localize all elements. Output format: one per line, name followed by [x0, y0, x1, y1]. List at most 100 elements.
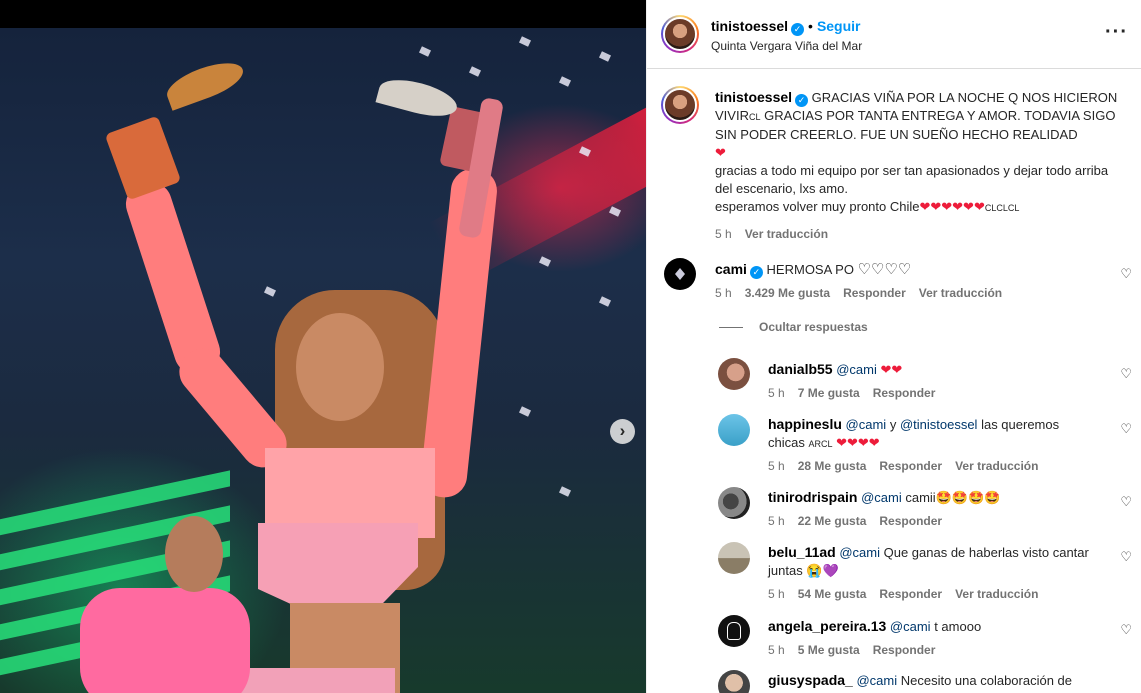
reply-avatar[interactable] [718, 487, 750, 519]
reply-mention[interactable]: @cami [836, 362, 877, 377]
reply-connector: y [889, 417, 897, 432]
reply-username[interactable]: danialb55 [768, 361, 833, 377]
confetti [518, 36, 532, 47]
comment-avatar[interactable] [664, 258, 696, 290]
reply-button[interactable]: Responder [873, 386, 936, 400]
flag-icon: ARCL [808, 439, 833, 449]
flag-icon: CLCLCL [984, 203, 1020, 213]
author-username[interactable]: tinistoessel [711, 18, 788, 34]
reply-time[interactable]: 5 h [768, 587, 785, 601]
like-comment-icon[interactable]: ♡ [1120, 421, 1132, 437]
like-comment-icon[interactable]: ♡ [1120, 366, 1132, 382]
reply-username[interactable]: tinirodrispain [768, 489, 857, 505]
comment-text: HERMOSA PO [766, 262, 854, 277]
reply-username[interactable]: happineslu [768, 416, 842, 432]
reply-mention[interactable]: @cami [856, 673, 897, 688]
post-sidebar: tinistoessel ✓ • Seguir Quinta Vergara Viña… [646, 0, 1141, 693]
more-options-icon[interactable]: ··· [1105, 22, 1128, 42]
caption-line2: gracias a todo mi equipo por ser tan apa… [715, 163, 1109, 196]
reply-username[interactable]: belu_11ad [768, 544, 836, 560]
verified-badge-icon: ✓ [795, 94, 809, 107]
confetti [598, 51, 612, 62]
chevron-right-icon: › [619, 421, 626, 440]
confetti [518, 406, 532, 417]
reply-likes[interactable]: 5 Me gusta [798, 643, 860, 657]
reply-mention[interactable]: @tinistoessel [900, 417, 978, 432]
like-comment-icon[interactable]: ♡ [1120, 622, 1132, 638]
post-header: tinistoessel ✓ • Seguir Quinta Vergara Viña… [647, 0, 1141, 69]
reply-button[interactable]: Responder [873, 643, 936, 657]
see-translation-button[interactable]: Ver traducción [745, 227, 828, 241]
comment-likes[interactable]: 3.429 Me gusta [745, 286, 830, 300]
reply-meta: 5 h 22 Me gusta Responder [768, 514, 955, 528]
reply-mention[interactable]: @cami [839, 545, 880, 560]
reply-button[interactable]: Responder [879, 514, 942, 528]
hearts-emoji: ❤❤❤❤❤❤ [919, 199, 985, 214]
like-comment-icon[interactable]: ♡ [1120, 494, 1132, 510]
author-avatar[interactable] [661, 15, 699, 53]
hide-replies-button[interactable]: Ocultar respuestas [719, 320, 868, 334]
trophy-right-wing [375, 73, 461, 123]
reply-text: camii [905, 490, 936, 505]
sketch-icon [727, 622, 741, 640]
reply-time[interactable]: 5 h [768, 386, 785, 400]
verified-badge-icon: ✓ [749, 266, 763, 279]
reply-button[interactable]: Responder [843, 286, 906, 300]
reply-username[interactable]: angela_pereira.13 [768, 618, 886, 634]
confetti [263, 286, 277, 297]
reply-avatar[interactable] [718, 358, 750, 390]
reply-button[interactable]: Responder [879, 587, 942, 601]
background-dancer [80, 588, 250, 693]
reply-button[interactable]: Responder [879, 459, 942, 473]
reply-avatar[interactable] [718, 414, 750, 446]
next-photo-button[interactable]: › [610, 419, 635, 444]
reply-avatar[interactable] [718, 615, 750, 647]
caption-time[interactable]: 5 h [715, 227, 732, 241]
caption: tinistoessel ✓ GRACIAS VIÑA POR LA NOCHE … [715, 88, 1125, 243]
see-translation-button[interactable]: Ver traducción [919, 286, 1002, 300]
confetti [558, 486, 572, 497]
divider-line [719, 327, 743, 329]
like-comment-icon[interactable]: ♡ [1120, 266, 1132, 282]
caption-username[interactable]: tinistoessel [715, 89, 792, 105]
see-translation-button[interactable]: Ver traducción [955, 587, 1038, 601]
reply-avatar[interactable] [718, 670, 750, 693]
hide-replies-label: Ocultar respuestas [759, 320, 868, 334]
follow-button[interactable]: Seguir [817, 18, 861, 34]
reply-time[interactable]: 5 h [768, 514, 785, 528]
reply-mention[interactable]: @cami [890, 619, 931, 634]
reply-mention[interactable]: @cami [861, 490, 902, 505]
reply-time[interactable]: 5 h [768, 643, 785, 657]
media-top-bar [0, 0, 646, 28]
reply-likes[interactable]: 7 Me gusta [798, 386, 860, 400]
post-photo[interactable] [0, 28, 646, 693]
reply-username[interactable]: giusyspada_ [768, 672, 853, 688]
comment-username[interactable]: cami [715, 261, 747, 277]
confetti [558, 76, 572, 87]
reply-likes[interactable]: 54 Me gusta [798, 587, 867, 601]
trophy-left [104, 115, 182, 201]
post-location[interactable]: Quinta Vergara Viña del Mar [711, 39, 862, 53]
confetti [608, 206, 622, 217]
performer-belt [235, 668, 395, 693]
confetti [468, 66, 482, 77]
caption-author-avatar[interactable] [661, 86, 699, 124]
comment-hearts: ♡♡♡♡ [857, 261, 912, 278]
dancer-face [165, 516, 223, 592]
reply-emoji: ❤❤ [880, 362, 903, 377]
flag-icon: CL [748, 112, 761, 122]
verified-badge-icon: ✓ [791, 23, 805, 36]
caption-line1b: GRACIAS POR TANTA ENTREGA Y AMOR. TODAVI… [715, 108, 1116, 142]
reply-likes[interactable]: 22 Me gusta [798, 514, 867, 528]
see-translation-button[interactable]: Ver traducción [955, 459, 1038, 473]
reply-emoji: ❤❤❤❤ [836, 435, 880, 450]
reply-likes[interactable]: 28 Me gusta [798, 459, 867, 473]
reply-avatar[interactable] [718, 542, 750, 574]
post-media: › [0, 0, 646, 693]
reply-mention[interactable]: @cami [846, 417, 887, 432]
reply-meta: 5 h 5 Me gusta Responder [768, 643, 948, 657]
reply-time[interactable]: 5 h [768, 459, 785, 473]
trophy-left-wing [162, 55, 248, 111]
comment-time[interactable]: 5 h [715, 286, 732, 300]
like-comment-icon[interactable]: ♡ [1120, 549, 1132, 565]
